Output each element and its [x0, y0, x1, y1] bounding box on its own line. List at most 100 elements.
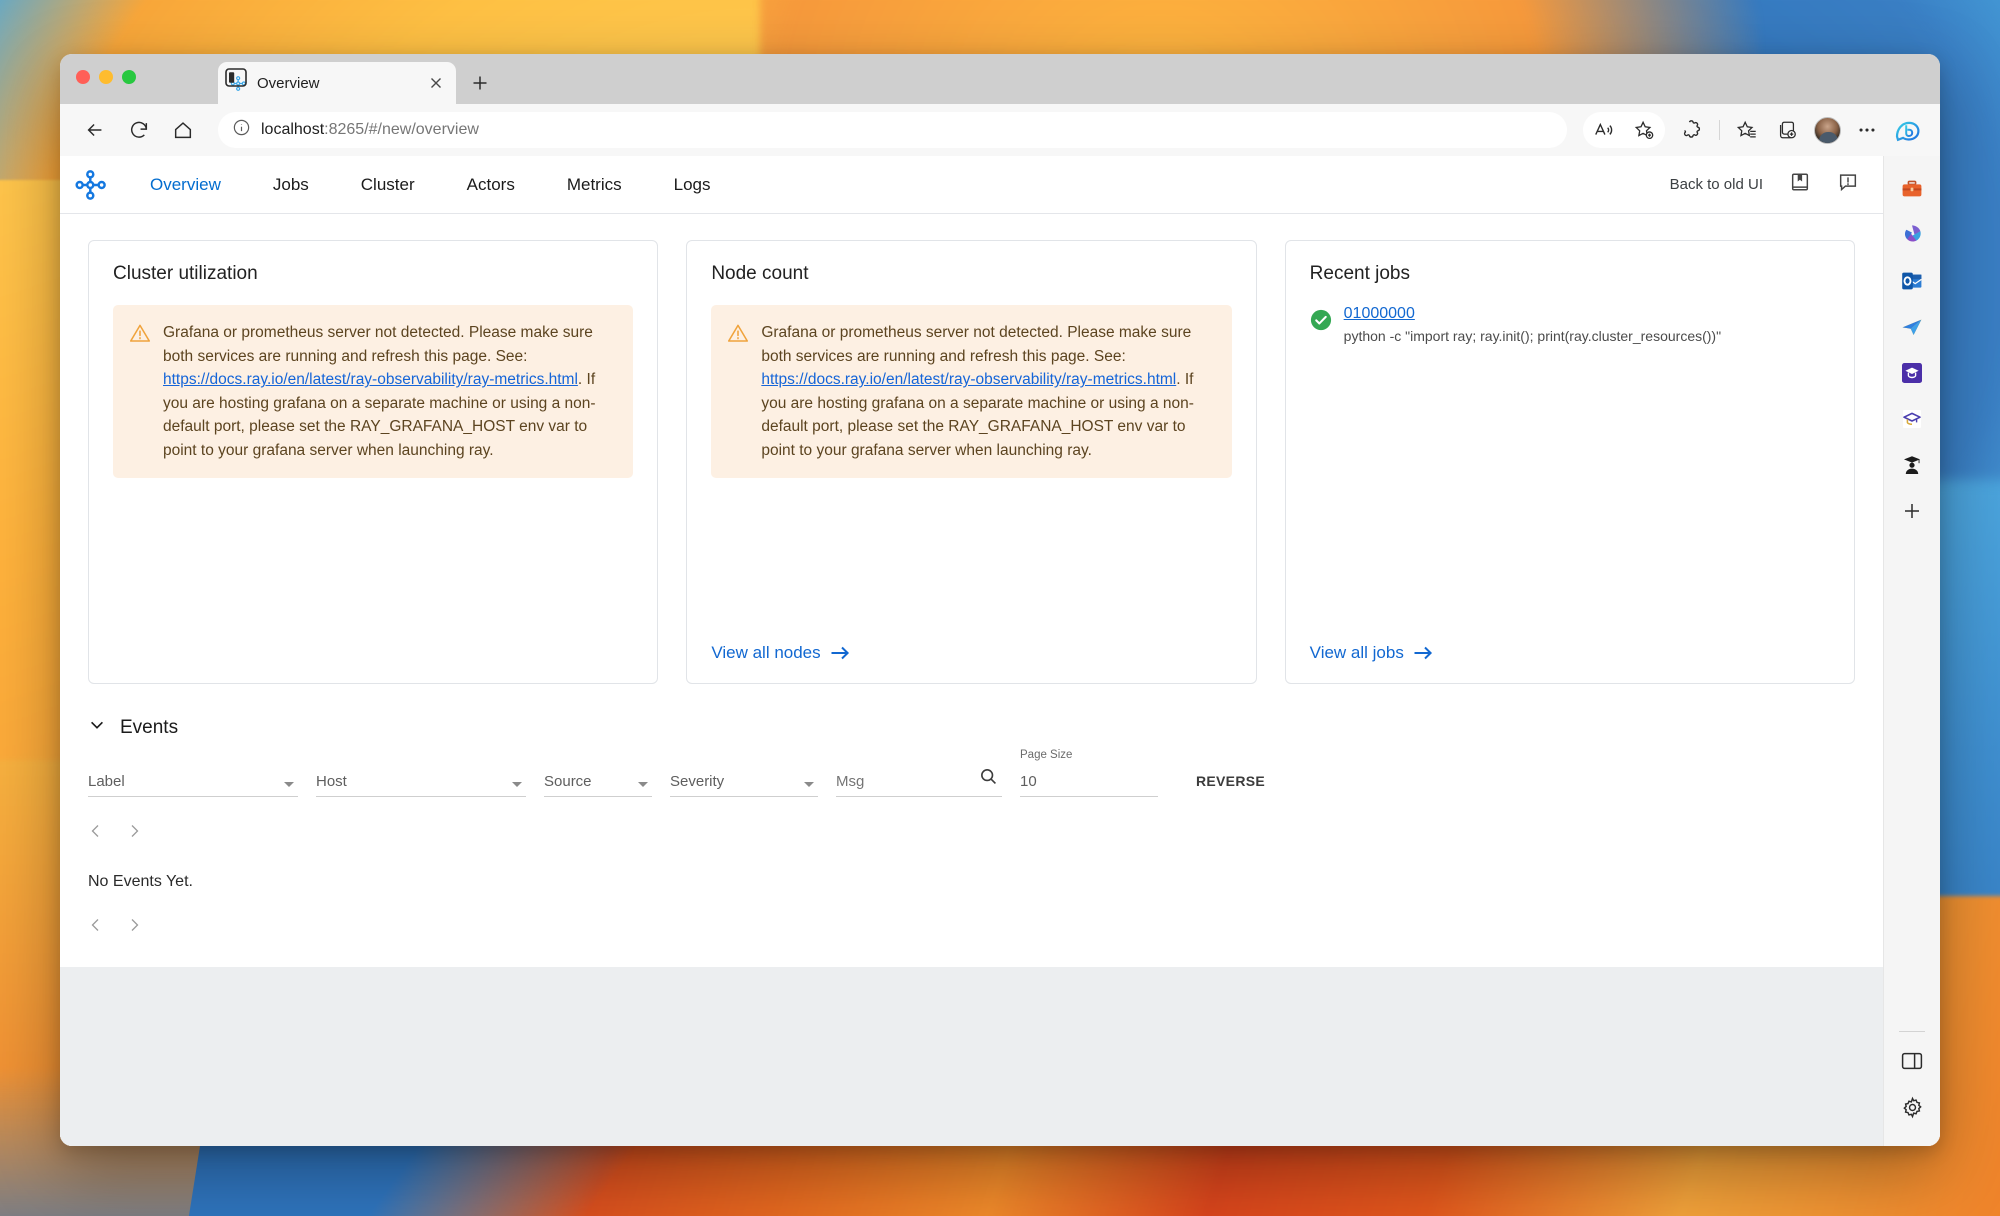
msg-search-input[interactable]: [836, 767, 1002, 797]
card-footer: [113, 649, 633, 663]
back-button[interactable]: [76, 111, 114, 149]
purple-graduation-icon[interactable]: [1889, 350, 1935, 396]
reload-button[interactable]: [120, 111, 158, 149]
close-tab-icon[interactable]: [428, 75, 444, 91]
filter-severity[interactable]: Severity: [670, 767, 818, 797]
ray-logo-icon[interactable]: [74, 168, 108, 202]
card-node-count: Node count Grafana or prometheus server …: [686, 240, 1256, 684]
tab-title: Overview: [257, 75, 418, 92]
alert-message: Grafana or prometheus server not detecte…: [761, 321, 1213, 462]
grafana-warning-alert: Grafana or prometheus server not detecte…: [711, 305, 1231, 478]
chevron-down-icon[interactable]: [88, 716, 106, 739]
grafana-warning-alert: Grafana or prometheus server not detecte…: [113, 305, 633, 478]
filter-msg[interactable]: [836, 767, 1002, 797]
web-page: Overview Jobs Cluster Actors Metrics Log…: [60, 156, 1884, 1146]
nav-item-cluster[interactable]: Cluster: [335, 175, 441, 195]
add-icon[interactable]: [1889, 488, 1935, 534]
card-title: Recent jobs: [1310, 263, 1830, 285]
window-controls: [76, 70, 136, 84]
card-title: Node count: [711, 263, 1231, 285]
add-favorite-icon[interactable]: [1625, 111, 1663, 149]
read-aloud-icon[interactable]: [1585, 111, 1623, 149]
site-info-icon[interactable]: [232, 118, 251, 142]
events-header[interactable]: Events: [88, 716, 1855, 739]
view-all-jobs-label: View all jobs: [1310, 643, 1404, 663]
microsoft365-icon[interactable]: [1889, 212, 1935, 258]
close-window-button[interactable]: [76, 70, 90, 84]
panel-toggle-icon[interactable]: [1889, 1038, 1935, 1084]
ray-metrics-docs-link[interactable]: https://docs.ray.io/en/latest/ray-observ…: [761, 371, 1176, 388]
browser-toolbar: localhost:8265/#/new/overview: [60, 104, 1940, 156]
filter-source[interactable]: Source: [544, 767, 652, 797]
chevron-down-icon[interactable]: [638, 782, 648, 787]
job-id-link[interactable]: 01000000: [1344, 305, 1721, 323]
chevron-down-icon[interactable]: [284, 782, 294, 787]
page-background-filler: [60, 967, 1883, 1146]
chevron-left-icon[interactable]: [88, 823, 104, 839]
reverse-button[interactable]: REVERSE: [1184, 767, 1277, 795]
filter-host[interactable]: Host: [316, 767, 526, 797]
chevron-down-icon[interactable]: [804, 782, 814, 787]
maximize-window-button[interactable]: [122, 70, 136, 84]
url-path: :8265/#/new/overview: [324, 121, 479, 138]
book-icon[interactable]: [1789, 171, 1811, 198]
chevron-down-icon[interactable]: [512, 782, 522, 787]
view-all-jobs-link[interactable]: View all jobs: [1310, 643, 1433, 663]
filter-source-value: Source: [544, 767, 652, 797]
feedback-icon[interactable]: [1837, 171, 1859, 198]
tab-sidebar-toggle-icon[interactable]: [225, 68, 247, 87]
back-to-old-ui-link[interactable]: Back to old UI: [1670, 176, 1763, 193]
job-list-item[interactable]: 01000000 python -c "import ray; ray.init…: [1310, 305, 1830, 347]
navbar-right-actions: Back to old UI: [1670, 171, 1859, 198]
briefcase-icon[interactable]: [1889, 166, 1935, 212]
nav-item-overview[interactable]: Overview: [124, 175, 247, 195]
ray-navbar: Overview Jobs Cluster Actors Metrics Log…: [60, 156, 1883, 214]
filter-page-size[interactable]: Page Size 10: [1020, 767, 1158, 797]
warning-triangle-icon: [129, 323, 151, 343]
profile-avatar[interactable]: [1808, 111, 1846, 149]
card-footer: View all nodes: [711, 629, 1231, 663]
gear-icon[interactable]: [1889, 1084, 1935, 1130]
nav-item-jobs[interactable]: Jobs: [247, 175, 335, 195]
extensions-icon[interactable]: [1673, 111, 1711, 149]
address-bar-url: localhost:8265/#/new/overview: [261, 121, 479, 139]
url-host: localhost: [261, 121, 324, 138]
home-button[interactable]: [164, 111, 202, 149]
address-bar[interactable]: localhost:8265/#/new/overview: [218, 112, 1567, 148]
page-size-label: Page Size: [1020, 749, 1072, 761]
nav-item-metrics[interactable]: Metrics: [541, 175, 648, 195]
chevron-right-icon[interactable]: [126, 823, 142, 839]
favorites-icon[interactable]: [1728, 111, 1766, 149]
search-icon[interactable]: [979, 767, 998, 791]
card-footer: View all jobs: [1310, 629, 1830, 663]
paper-plane-icon[interactable]: [1889, 304, 1935, 350]
browser-tab-overview[interactable]: Overview: [218, 62, 456, 104]
ray-metrics-docs-link[interactable]: https://docs.ray.io/en/latest/ray-observ…: [163, 371, 578, 388]
alert-message: Grafana or prometheus server not detecte…: [163, 321, 615, 462]
events-pagination-top: [88, 823, 1855, 839]
academic-cap-icon[interactable]: [1889, 396, 1935, 442]
nav-item-logs[interactable]: Logs: [648, 175, 737, 195]
chevron-left-icon[interactable]: [88, 917, 104, 933]
warning-triangle-icon: [727, 323, 749, 343]
alert-line-1: Grafana or prometheus server not detecte…: [761, 324, 1191, 365]
card-cluster-utilization: Cluster utilization Grafana or prometheu…: [88, 240, 658, 684]
sidebar-divider: [1899, 1031, 1925, 1032]
filter-label-value: Label: [88, 767, 298, 797]
nav-item-actors[interactable]: Actors: [441, 175, 541, 195]
view-all-nodes-link[interactable]: View all nodes: [711, 643, 849, 663]
filter-label[interactable]: Label: [88, 767, 298, 797]
bing-copilot-icon[interactable]: [1888, 111, 1926, 149]
outlook-icon[interactable]: [1889, 258, 1935, 304]
settings-and-more-icon[interactable]: [1848, 111, 1886, 149]
collections-icon[interactable]: [1768, 111, 1806, 149]
minimize-window-button[interactable]: [99, 70, 113, 84]
browser-window: Overview localhost:8265/#/new/overview: [60, 54, 1940, 1146]
new-tab-button[interactable]: [470, 73, 490, 93]
omnibox-actions-pill: [1583, 112, 1665, 148]
chevron-right-icon[interactable]: [126, 917, 142, 933]
card-recent-jobs: Recent jobs 01000000 python -c "import r…: [1285, 240, 1855, 684]
arrow-right-icon: [830, 645, 850, 661]
edge-sidebar: [1884, 156, 1940, 1146]
graduate-person-icon[interactable]: [1889, 442, 1935, 488]
